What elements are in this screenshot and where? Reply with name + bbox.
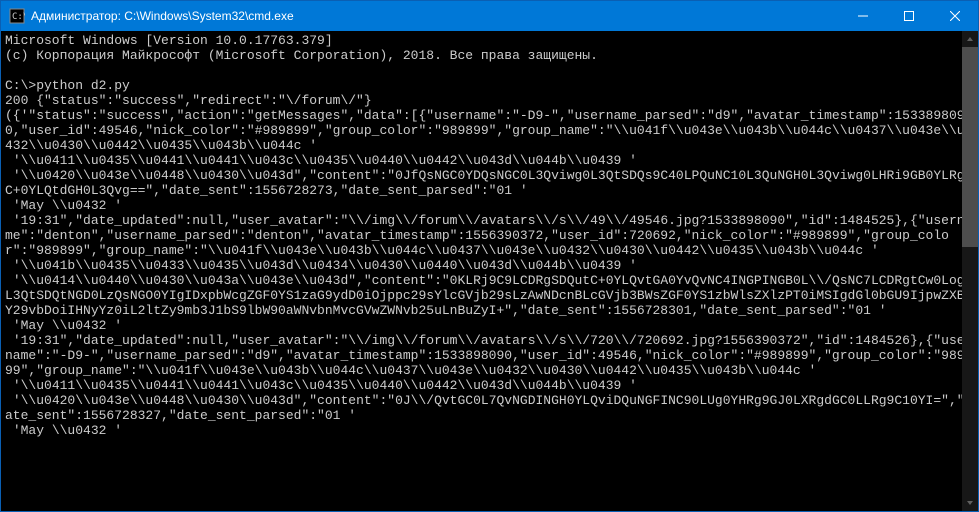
window-title: Администратор: C:\Windows\System32\cmd.e… <box>31 9 840 23</box>
cmd-window: C:\ Администратор: C:\Windows\System32\c… <box>0 0 979 512</box>
titlebar[interactable]: C:\ Администратор: C:\Windows\System32\c… <box>1 1 978 31</box>
terminal-output: Microsoft Windows [Version 10.0.17763.37… <box>5 33 974 438</box>
maximize-button[interactable] <box>886 1 932 31</box>
vertical-scrollbar[interactable] <box>962 31 978 511</box>
close-button[interactable] <box>932 1 978 31</box>
scrollbar-thumb[interactable] <box>962 47 978 247</box>
cmd-icon: C:\ <box>9 8 25 24</box>
terminal-area[interactable]: Microsoft Windows [Version 10.0.17763.37… <box>1 31 978 511</box>
scroll-down-arrow[interactable] <box>962 495 978 511</box>
window-controls <box>840 1 978 31</box>
minimize-button[interactable] <box>840 1 886 31</box>
svg-text:C:\: C:\ <box>12 12 25 22</box>
scroll-up-arrow[interactable] <box>962 31 978 47</box>
